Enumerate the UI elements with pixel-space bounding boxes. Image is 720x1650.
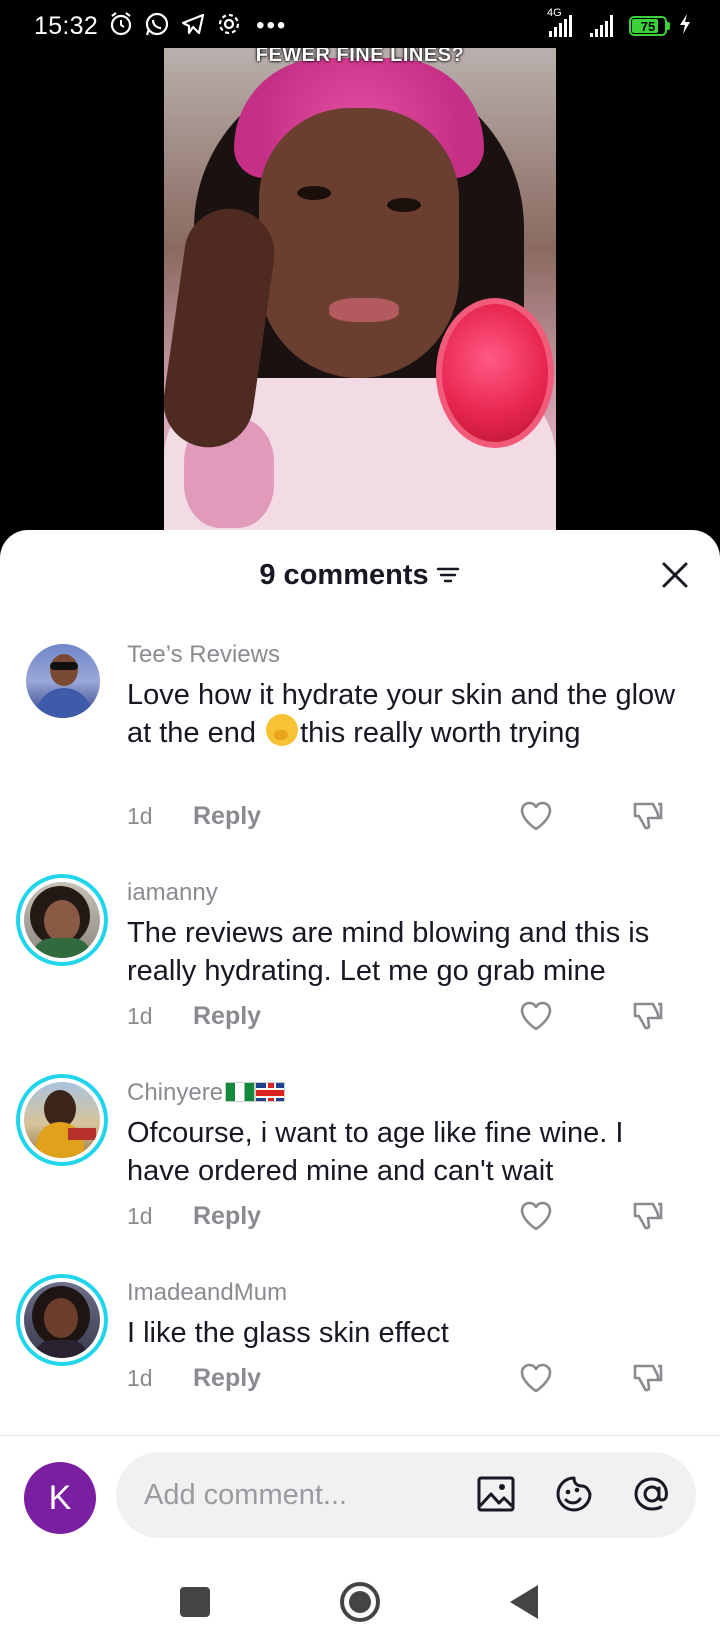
like-heart-icon[interactable] [518,998,554,1034]
emoji-sticker-icon[interactable] [552,1472,596,1516]
dislike-thumb-icon[interactable] [630,1360,666,1396]
video-player[interactable]: FEWER FINE LINES? [164,48,556,548]
comment-username[interactable]: Chinyere [127,1078,690,1108]
comment-time: 1d [127,1364,153,1391]
home-button[interactable] [335,1577,385,1627]
battery-level: 75 [640,18,656,34]
reply-button[interactable]: Reply [193,1364,261,1393]
person-face [259,108,459,378]
mobile-signal-icon-2 [590,15,613,37]
alarm-icon [108,11,134,42]
composer-icons [474,1472,674,1516]
comment-actions: 1d Reply [127,1358,690,1398]
battery-icon: 75 [629,16,670,36]
comment-text: The reviews are mind blowing and this is… [127,917,650,987]
status-system-icons: 4G 75 [547,7,692,40]
comment-username[interactable]: iamanny [127,878,690,908]
comment-time: 1d [127,1202,153,1229]
divider [0,1435,720,1436]
comment-text: Ofcourse, i want to age like fine wine. … [127,1117,624,1187]
charging-bolt-icon [678,13,692,40]
comments-header: 9 comments [0,530,720,620]
sort-filter-icon[interactable] [435,564,461,586]
image-icon[interactable] [474,1472,518,1516]
comment-actions: 1d Reply [127,1196,690,1236]
dislike-thumb-icon[interactable] [630,1198,666,1234]
comment-text-part: this really worth trying [300,717,581,749]
like-heart-icon[interactable] [518,1360,554,1396]
video-caption: FEWER FINE LINES? [255,48,465,66]
system-nav-bar [0,1555,720,1650]
person-lips [329,298,399,322]
uk-flag-icon [255,1082,286,1102]
comment-username-text: Chinyere [127,1079,224,1106]
gel-jar [436,298,554,448]
comments-count: 9 comments [259,558,429,591]
comment-username[interactable]: ImadeandMum [127,1278,690,1308]
avatar[interactable] [16,1274,108,1366]
comment-time: 1d [127,1002,153,1029]
mobile-signal-icon-1: 4G [547,7,572,37]
face-with-hand-over-mouth-emoji-icon [266,714,299,746]
telegram-icon [180,11,206,42]
comments-title[interactable]: 9 comments [259,559,460,592]
recent-apps-button[interactable] [170,1577,220,1627]
reply-button[interactable]: Reply [193,1002,261,1031]
reply-button[interactable]: Reply [193,802,261,831]
settings-gear-icon [216,11,242,42]
avatar[interactable] [16,1074,108,1166]
comment-text: I like the glass skin effect [127,1317,449,1349]
mention-at-icon[interactable] [630,1472,674,1516]
more-notifications-icon: ••• [256,12,288,39]
whatsapp-icon [144,11,170,42]
add-comment-input[interactable] [144,1478,444,1512]
status-notification-icons [108,11,242,42]
add-comment-field[interactable] [116,1452,696,1538]
dislike-thumb-icon[interactable] [630,798,666,834]
nigeria-flag-icon [225,1082,256,1102]
current-user-avatar[interactable]: K [24,1462,96,1534]
status-time: 15:32 [34,11,99,40]
back-button[interactable] [500,1577,550,1627]
comment-actions: 1d Reply [127,996,690,1036]
reply-button[interactable]: Reply [193,1202,261,1231]
close-button[interactable] [658,558,692,592]
comment-username[interactable]: Tee’s Reviews [127,640,690,670]
avatar[interactable] [26,644,100,718]
dislike-thumb-icon[interactable] [630,998,666,1034]
like-heart-icon[interactable] [518,798,554,834]
comment-text: Love how it hydrate your skin and the gl… [127,676,690,752]
comment-time: 1d [127,802,153,829]
avatar[interactable] [16,874,108,966]
network-type: 4G [547,7,562,19]
comment-actions: 1d Reply [127,796,690,836]
status-bar: 15:32 ••• 4G 75 [0,0,720,52]
like-heart-icon[interactable] [518,1198,554,1234]
